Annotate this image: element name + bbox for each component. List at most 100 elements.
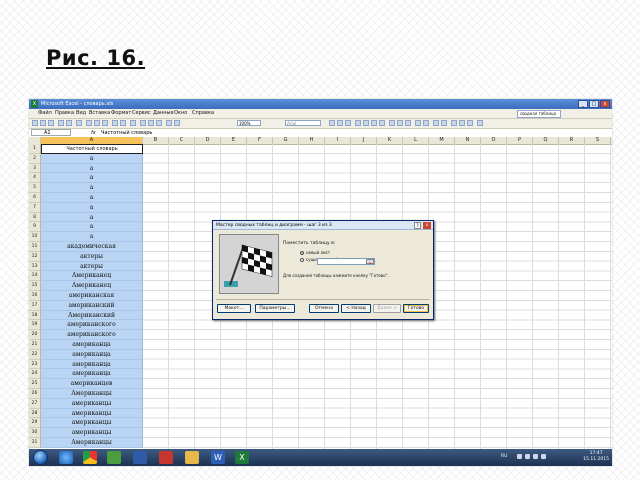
- decrease-decimal-icon[interactable]: [423, 120, 429, 126]
- cell-a[interactable]: американца: [41, 369, 143, 380]
- radio-new-sheet-dot[interactable]: [300, 251, 304, 255]
- fx-icon[interactable]: fx: [91, 129, 96, 137]
- menu-view[interactable]: Вид: [76, 109, 86, 118]
- column-header[interactable]: R: [559, 137, 585, 144]
- layout-button[interactable]: Макет...: [217, 304, 251, 313]
- sort-desc-icon[interactable]: [156, 120, 162, 126]
- print-icon[interactable]: [58, 120, 64, 126]
- row-header[interactable]: 26: [29, 389, 41, 399]
- drawing-icon[interactable]: [174, 120, 180, 126]
- cell-a[interactable]: Американец: [41, 281, 143, 291]
- increase-decimal-icon[interactable]: [415, 120, 421, 126]
- menu-format[interactable]: Формат: [111, 109, 131, 118]
- menu-insert[interactable]: Вставка: [89, 109, 110, 118]
- row-header[interactable]: 28: [29, 408, 41, 419]
- chart-wizard-icon[interactable]: [166, 120, 172, 126]
- percent-icon[interactable]: [397, 120, 403, 126]
- font-color-icon[interactable]: [467, 120, 473, 126]
- fill-color-icon[interactable]: [459, 120, 465, 126]
- cell-a[interactable]: американцы: [41, 418, 143, 429]
- maximize-button[interactable]: □: [589, 100, 599, 108]
- row-header[interactable]: 12: [29, 251, 41, 262]
- row-header[interactable]: 1: [29, 144, 41, 154]
- cell-a[interactable]: Частотный словарь: [41, 144, 143, 154]
- column-header[interactable]: O: [481, 137, 507, 144]
- help-search-input[interactable]: сводная таблица: [517, 110, 561, 118]
- row-header[interactable]: 14: [29, 271, 41, 282]
- row-header[interactable]: 16: [29, 291, 41, 301]
- formula-input[interactable]: Частотный словарь: [101, 129, 152, 137]
- row-header[interactable]: 18: [29, 310, 41, 321]
- cell-a[interactable]: а: [41, 193, 143, 203]
- cell-a[interactable]: американца: [41, 359, 143, 370]
- row-header[interactable]: 22: [29, 349, 41, 360]
- cell-a[interactable]: американца: [41, 340, 143, 350]
- column-header[interactable]: H: [299, 137, 325, 144]
- italic-icon[interactable]: [337, 120, 343, 126]
- copy-icon[interactable]: [94, 120, 100, 126]
- row-header[interactable]: 17: [29, 300, 41, 311]
- column-header[interactable]: B: [143, 137, 169, 144]
- row-header[interactable]: 8: [29, 212, 41, 223]
- cell-a[interactable]: а: [41, 163, 143, 174]
- cell-a[interactable]: а: [41, 222, 143, 233]
- name-box[interactable]: A1: [31, 129, 71, 136]
- row-header[interactable]: 11: [29, 242, 41, 252]
- column-header[interactable]: D: [195, 137, 221, 144]
- cell-a[interactable]: а: [41, 173, 143, 184]
- row-header[interactable]: 21: [29, 340, 41, 350]
- column-header[interactable]: P: [507, 137, 533, 144]
- open-icon[interactable]: [40, 120, 46, 126]
- align-center-icon[interactable]: [363, 120, 369, 126]
- row-header[interactable]: 10: [29, 232, 41, 242]
- parameters-button[interactable]: Параметры...: [255, 304, 295, 313]
- ie-icon[interactable]: [59, 451, 73, 464]
- merge-icon[interactable]: [379, 120, 385, 126]
- row-header[interactable]: 25: [29, 379, 41, 389]
- column-header[interactable]: Q: [533, 137, 559, 144]
- new-icon[interactable]: [32, 120, 38, 126]
- column-header[interactable]: C: [169, 137, 195, 144]
- cell-a[interactable]: Американец: [41, 271, 143, 282]
- row-header[interactable]: 9: [29, 222, 41, 233]
- cell-a[interactable]: а: [41, 183, 143, 193]
- save-icon[interactable]: [48, 120, 54, 126]
- radio-existing-sheet-dot[interactable]: [300, 258, 304, 262]
- cell-a[interactable]: Американский: [41, 310, 143, 321]
- column-header[interactable]: K: [377, 137, 403, 144]
- cell-a[interactable]: американца: [41, 349, 143, 360]
- cell-a[interactable]: а: [41, 232, 143, 242]
- menu-file[interactable]: Файл: [38, 109, 52, 118]
- cell-a[interactable]: американского: [41, 320, 143, 331]
- row-header[interactable]: 24: [29, 369, 41, 380]
- cell-a[interactable]: Американцы: [41, 438, 143, 448]
- select-all-corner[interactable]: [29, 137, 41, 144]
- excel-taskbar-icon[interactable]: X: [235, 451, 249, 464]
- zoom-select[interactable]: 100%: [237, 120, 261, 126]
- folder-icon[interactable]: [185, 451, 199, 464]
- redo-icon[interactable]: [120, 120, 126, 126]
- media-icon[interactable]: [133, 451, 147, 464]
- column-header[interactable]: J: [351, 137, 377, 144]
- flag-icon[interactable]: [541, 454, 546, 459]
- cell-a[interactable]: американского: [41, 330, 143, 340]
- cell-a[interactable]: актеры: [41, 261, 143, 272]
- row-header[interactable]: 3: [29, 163, 41, 174]
- menu-window[interactable]: Окно: [174, 109, 187, 118]
- volume-icon[interactable]: [533, 454, 538, 459]
- dialog-help-button[interactable]: ?: [414, 222, 421, 229]
- row-header[interactable]: 7: [29, 202, 41, 213]
- cell-a[interactable]: а: [41, 153, 143, 164]
- align-left-icon[interactable]: [355, 120, 361, 126]
- row-header[interactable]: 19: [29, 320, 41, 331]
- spellcheck-icon[interactable]: [76, 120, 82, 126]
- tray-icon[interactable]: [517, 454, 522, 459]
- cell-a[interactable]: американцев: [41, 379, 143, 389]
- autosum-icon[interactable]: [140, 120, 146, 126]
- cell-a[interactable]: американцы: [41, 428, 143, 438]
- paste-icon[interactable]: [102, 120, 108, 126]
- cut-icon[interactable]: [86, 120, 92, 126]
- row-header[interactable]: 5: [29, 183, 41, 193]
- column-header[interactable]: I: [325, 137, 351, 144]
- cell-a[interactable]: американцы: [41, 398, 143, 409]
